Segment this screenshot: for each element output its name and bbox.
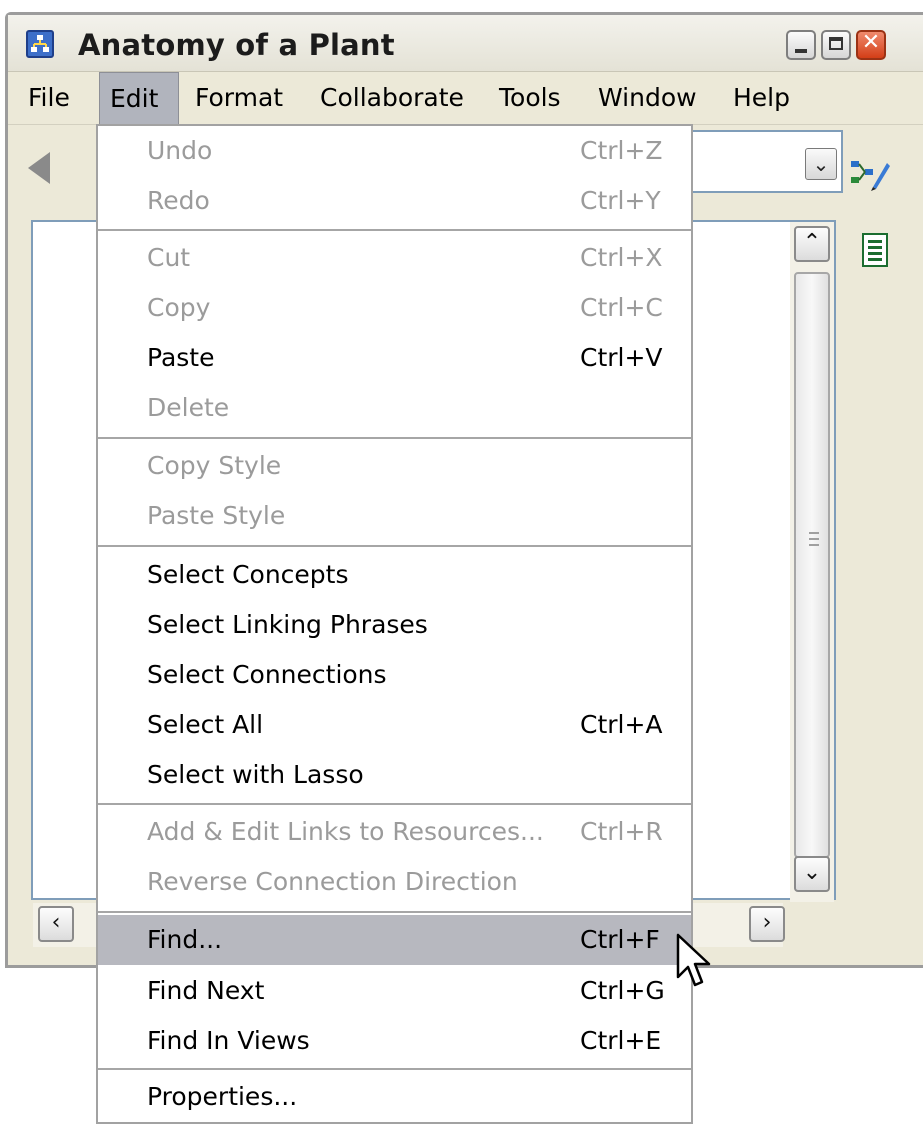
menu-item-select-linking-phrases[interactable]: Select Linking Phrases bbox=[98, 600, 691, 650]
menu-help[interactable]: Help bbox=[723, 72, 800, 124]
concept-tool-icon[interactable] bbox=[849, 157, 891, 195]
menu-item-label: Select with Lasso bbox=[147, 760, 364, 789]
menu-item-undo[interactable]: Undo Ctrl+Z bbox=[98, 126, 691, 176]
menu-item-label: Find Next bbox=[147, 976, 265, 1005]
menu-item-label: Add & Edit Links to Resources... bbox=[147, 817, 544, 846]
menu-separator bbox=[98, 437, 691, 439]
menu-item-cut[interactable]: Cut Ctrl+X bbox=[98, 233, 691, 283]
menu-separator bbox=[98, 803, 691, 805]
menu-item-label: Select Connections bbox=[147, 660, 387, 689]
menu-separator bbox=[98, 545, 691, 547]
menu-item-label: Select All bbox=[147, 710, 264, 739]
menu-item-label: Find... bbox=[147, 925, 223, 954]
menu-item-label: Properties... bbox=[147, 1082, 298, 1111]
menu-item-select-with-lasso[interactable]: Select with Lasso bbox=[98, 750, 691, 800]
window-title: Anatomy of a Plant bbox=[78, 28, 395, 62]
menu-item-label: Cut bbox=[147, 243, 191, 272]
menu-bar: File Edit Format Collaborate Tools Windo… bbox=[8, 72, 923, 125]
menu-separator bbox=[98, 1068, 691, 1070]
menu-item-properties[interactable]: Properties... bbox=[98, 1072, 691, 1122]
chevron-down-icon[interactable]: ⌄ bbox=[805, 148, 837, 180]
menu-item-shortcut: Ctrl+G bbox=[580, 976, 665, 1005]
menu-collaborate[interactable]: Collaborate bbox=[310, 72, 474, 124]
menu-item-shortcut: Ctrl+E bbox=[580, 1026, 662, 1055]
maximize-button[interactable] bbox=[821, 30, 851, 60]
back-arrow-icon[interactable] bbox=[28, 152, 50, 184]
menu-separator bbox=[98, 229, 691, 231]
scroll-left-button[interactable]: ‹ bbox=[38, 906, 74, 942]
menu-item-label: Delete bbox=[147, 393, 230, 422]
menu-item-find[interactable]: Find... Ctrl+F bbox=[98, 915, 691, 965]
menu-item-redo[interactable]: Redo Ctrl+Y bbox=[98, 176, 691, 226]
menu-item-shortcut: Ctrl+Z bbox=[580, 136, 663, 165]
menu-item-shortcut: Ctrl+R bbox=[580, 817, 663, 846]
menu-edit[interactable]: Edit bbox=[99, 72, 179, 124]
menu-item-copy-style[interactable]: Copy Style bbox=[98, 441, 691, 491]
menu-item-shortcut: Ctrl+F bbox=[580, 925, 660, 954]
menu-item-label: Select Linking Phrases bbox=[147, 610, 428, 639]
concept-map-icon bbox=[26, 30, 54, 58]
view-combo[interactable]: ⌄ bbox=[680, 130, 843, 193]
menu-item-label: Find In Views bbox=[147, 1026, 310, 1055]
minimize-icon bbox=[795, 49, 807, 53]
menu-tools[interactable]: Tools bbox=[489, 72, 571, 124]
menu-item-label: Copy bbox=[147, 293, 211, 322]
menu-item-label: Select Concepts bbox=[147, 560, 349, 589]
menu-item-shortcut: Ctrl+Y bbox=[580, 186, 661, 215]
menu-window[interactable]: Window bbox=[588, 72, 707, 124]
mouse-pointer-icon bbox=[676, 933, 712, 995]
edit-menu-dropdown: Undo Ctrl+Z Redo Ctrl+Y Cut Ctrl+X Copy … bbox=[96, 124, 693, 1124]
minimize-button[interactable] bbox=[786, 30, 816, 60]
menu-item-delete[interactable]: Delete bbox=[98, 383, 691, 433]
menu-item-paste-style[interactable]: Paste Style bbox=[98, 491, 691, 541]
menu-item-reverse-connection[interactable]: Reverse Connection Direction bbox=[98, 857, 691, 907]
menu-item-select-concepts[interactable]: Select Concepts bbox=[98, 550, 691, 600]
vertical-scroll-thumb[interactable] bbox=[794, 272, 830, 858]
menu-item-shortcut: Ctrl+C bbox=[580, 293, 663, 322]
document-icon[interactable] bbox=[862, 233, 888, 267]
menu-item-label: Reverse Connection Direction bbox=[147, 867, 518, 896]
menu-item-label: Paste Style bbox=[147, 501, 286, 530]
menu-item-shortcut: Ctrl+V bbox=[580, 343, 663, 372]
menu-item-label: Undo bbox=[147, 136, 213, 165]
menu-item-shortcut: Ctrl+X bbox=[580, 243, 663, 272]
menu-file[interactable]: File bbox=[18, 72, 80, 124]
menu-item-label: Copy Style bbox=[147, 451, 282, 480]
menu-item-label: Redo bbox=[147, 186, 210, 215]
menu-item-select-all[interactable]: Select All Ctrl+A bbox=[98, 700, 691, 750]
close-button[interactable]: ✕ bbox=[856, 30, 886, 60]
scroll-up-button[interactable]: ⌃ bbox=[794, 226, 830, 262]
menu-item-add-edit-links[interactable]: Add & Edit Links to Resources... Ctrl+R bbox=[98, 807, 691, 857]
title-bar[interactable]: Anatomy of a Plant ✕ bbox=[8, 15, 923, 72]
menu-item-find-next[interactable]: Find Next Ctrl+G bbox=[98, 966, 691, 1016]
menu-separator bbox=[98, 911, 691, 913]
menu-item-paste[interactable]: Paste Ctrl+V bbox=[98, 333, 691, 383]
menu-item-copy[interactable]: Copy Ctrl+C bbox=[98, 283, 691, 333]
scroll-down-button[interactable]: ⌄ bbox=[794, 856, 830, 892]
menu-item-label: Paste bbox=[147, 343, 215, 372]
maximize-icon bbox=[829, 37, 843, 50]
menu-item-shortcut: Ctrl+A bbox=[580, 710, 663, 739]
menu-format[interactable]: Format bbox=[185, 72, 293, 124]
menu-item-find-in-views[interactable]: Find In Views Ctrl+E bbox=[98, 1016, 691, 1066]
scroll-right-button[interactable]: › bbox=[749, 906, 785, 942]
close-icon: ✕ bbox=[861, 30, 881, 55]
menu-item-select-connections[interactable]: Select Connections bbox=[98, 650, 691, 700]
